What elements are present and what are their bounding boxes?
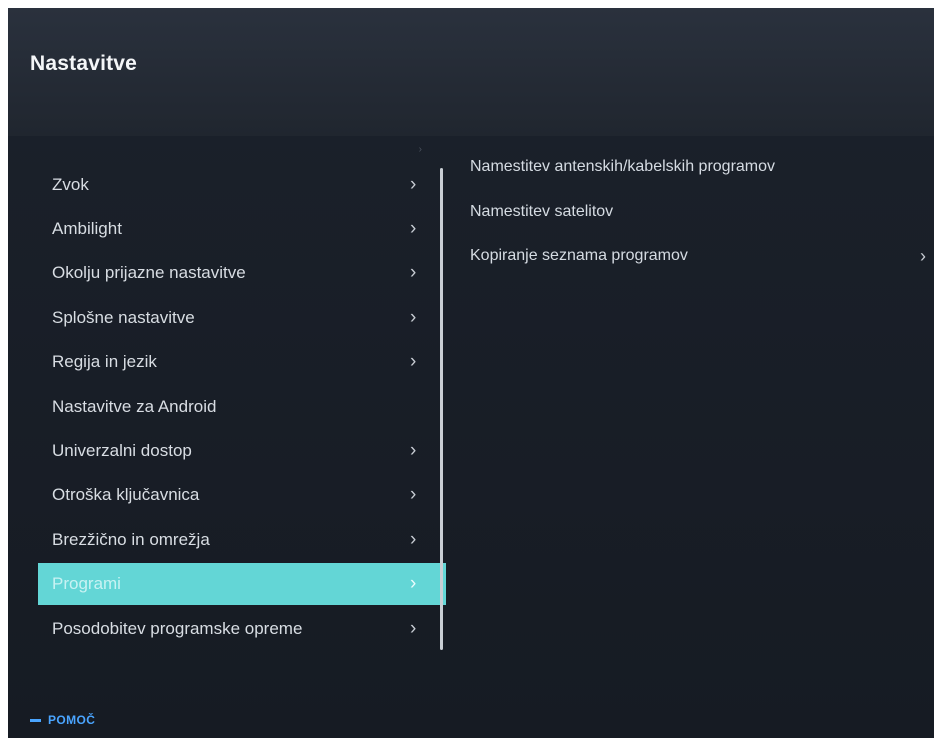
- menu-item-label: Regija in jezik: [52, 352, 157, 371]
- chevron-right-icon: ›: [410, 262, 417, 283]
- menu-item-general-settings[interactable]: Splošne nastavitve ›: [38, 297, 446, 339]
- scroll-fade-hint: ›: [52, 144, 432, 160]
- menu-item-software-update[interactable]: Posodobitev programske opreme ›: [38, 608, 446, 650]
- menu-item-region-language[interactable]: Regija in jezik ›: [38, 341, 446, 383]
- blue-key-icon: [30, 719, 41, 722]
- chevron-right-icon: ›: [410, 618, 417, 639]
- menu-item-label: Zvok: [52, 175, 89, 194]
- menu-item-label: Otroška ključavnica: [52, 485, 200, 504]
- submenu-item-antenna-cable-install[interactable]: Namestitev antenskih/kabelskih programov: [456, 148, 926, 188]
- menu-item-label: Splošne nastavitve: [52, 308, 195, 327]
- page-title: Nastavitve: [30, 52, 138, 75]
- menu-scrollbar[interactable]: [440, 168, 443, 650]
- menu-item-label: Programi: [52, 574, 121, 593]
- submenu-item-satellite-install[interactable]: Namestitev satelitov: [456, 193, 926, 233]
- menu-item-label: Okolju prijazne nastavitve: [52, 263, 246, 282]
- menu-item-label: Brezžično in omrežja: [52, 530, 210, 549]
- menu-item-zvok[interactable]: Zvok ›: [38, 164, 446, 206]
- menu-item-label: Posodobitev programske opreme: [52, 619, 303, 638]
- menu-item-child-lock[interactable]: Otroška ključavnica ›: [38, 474, 446, 516]
- menu-item-programi[interactable]: Programi ›: [38, 563, 446, 605]
- menu-item-wireless-networks[interactable]: Brezžično in omrežja ›: [38, 519, 446, 561]
- chevron-right-icon: ›: [410, 351, 417, 372]
- submenu-item-label: Namestitev antenskih/kabelskih programov: [470, 158, 776, 175]
- chevron-right-icon: ›: [410, 484, 417, 505]
- submenu-item-label: Namestitev satelitov: [470, 203, 614, 220]
- submenu-item-label: Kopiranje seznama programov: [470, 247, 688, 264]
- menu-item-universal-access[interactable]: Univerzalni dostop ›: [38, 430, 446, 472]
- chevron-right-icon: ›: [410, 573, 417, 594]
- menu-item-eco-settings[interactable]: Okolju prijazne nastavitve ›: [38, 252, 446, 294]
- submenu-item-copy-channel-list[interactable]: Kopiranje seznama programov ›: [456, 237, 926, 277]
- settings-main-menu: › Zvok › Ambilight › Okolju prijazne nas…: [38, 136, 448, 656]
- help-label: POMOČ: [48, 713, 96, 727]
- header-bar: Nastavitve: [8, 8, 934, 136]
- tv-screen: Nastavitve › Zvok › Ambilight › Okolju p…: [8, 8, 934, 738]
- chevron-right-icon: ›: [920, 246, 926, 266]
- chevron-right-icon: ›: [410, 440, 417, 461]
- menu-item-ambilight[interactable]: Ambilight ›: [38, 208, 446, 250]
- chevron-right-icon: ›: [410, 218, 417, 239]
- chevron-right-icon: ›: [418, 144, 422, 155]
- chevron-right-icon: ›: [410, 307, 417, 328]
- menu-item-label: Univerzalni dostop: [52, 441, 192, 460]
- menu-item-label: Nastavitve za Android: [52, 397, 217, 416]
- chevron-right-icon: ›: [410, 174, 417, 195]
- menu-item-label: Ambilight: [52, 219, 122, 238]
- menu-item-android-settings[interactable]: Nastavitve za Android: [38, 386, 446, 428]
- chevron-right-icon: ›: [410, 529, 417, 550]
